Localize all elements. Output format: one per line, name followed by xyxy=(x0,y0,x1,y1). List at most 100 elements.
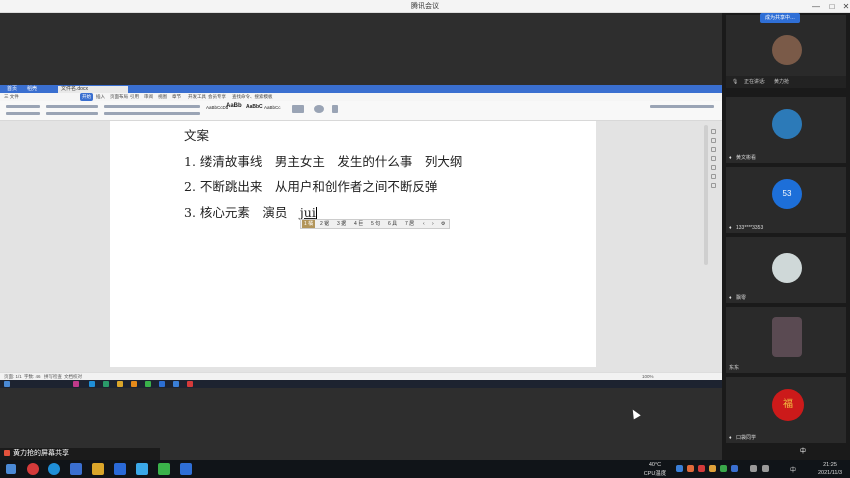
sharing-status-pill[interactable]: 成为共享中… xyxy=(760,13,800,23)
ime-candidate-6[interactable]: 6 具 xyxy=(388,220,397,228)
folder-icon[interactable] xyxy=(92,463,104,475)
menu-view[interactable]: 视图 xyxy=(158,93,167,101)
share-notice-text: 黄力抢的屏幕共享 xyxy=(13,450,69,457)
tray-icon[interactable] xyxy=(709,465,716,472)
tab-docer[interactable]: 稻壳 xyxy=(24,86,40,93)
tray-icon[interactable] xyxy=(698,465,705,472)
side-tool-icon[interactable] xyxy=(710,165,716,170)
tab-document[interactable]: 文件名.docx xyxy=(58,86,128,93)
app-icon xyxy=(73,381,79,387)
menu-file[interactable]: 三 文件 xyxy=(4,93,19,101)
menu-section[interactable]: 章节 xyxy=(172,93,181,101)
style-normal[interactable]: AaBbCcDd xyxy=(206,105,228,110)
menu-home[interactable]: 开始 xyxy=(80,93,93,101)
style-heading1[interactable]: AaBb xyxy=(226,103,242,109)
mic-icon: ♦ xyxy=(729,225,732,231)
ime-candidate-1[interactable]: 1 橘 xyxy=(302,220,316,228)
menu-layout[interactable]: 页面布局 xyxy=(110,93,128,101)
style-heading3[interactable]: AaBbCc xyxy=(264,105,281,110)
menu-insert[interactable]: 插入 xyxy=(96,93,105,101)
tray-icon[interactable] xyxy=(720,465,727,472)
participant-name: 飘零 xyxy=(736,295,747,301)
participant-tile[interactable]: ♦ 飘零 xyxy=(726,237,846,303)
share-icon xyxy=(4,450,10,457)
side-tool-icon[interactable] xyxy=(710,147,716,152)
meeting-icon xyxy=(173,381,179,387)
participant-tile[interactable] xyxy=(726,15,846,81)
app-icon[interactable] xyxy=(27,463,39,475)
volume-icon[interactable] xyxy=(762,465,769,472)
wechat-icon[interactable] xyxy=(158,463,170,475)
app-icon[interactable] xyxy=(70,463,82,475)
weather-temp: 40°C xyxy=(648,462,662,468)
side-tool-icon[interactable] xyxy=(710,138,716,143)
ime-candidate-bar: 1 橘 2 锯 3 据 4 巨 5 句 6 具 7 居 ‹ › ⚙ xyxy=(300,219,450,229)
select-icon[interactable] xyxy=(332,105,338,113)
app-icon xyxy=(89,381,95,387)
menu-review[interactable]: 审阅 xyxy=(144,93,153,101)
ime-candidate-4[interactable]: 4 巨 xyxy=(354,220,363,228)
ime-prev-icon[interactable]: ‹ xyxy=(423,220,425,228)
participant-tile[interactable]: 53 ♦ 133****3353 xyxy=(726,167,846,233)
app-icon[interactable] xyxy=(114,463,126,475)
mic-icon: ♦ xyxy=(729,435,732,441)
ime-settings-icon[interactable]: ⚙ xyxy=(441,220,445,228)
font-style-group[interactable] xyxy=(46,112,98,115)
clock-time[interactable]: 21:25 xyxy=(812,462,848,468)
participant-name: 黄文彬看 xyxy=(736,155,757,161)
ime-candidate-7[interactable]: 7 居 xyxy=(405,220,414,228)
avatar: 福 xyxy=(772,389,804,421)
ime-indicator[interactable]: 中 xyxy=(800,449,806,455)
ime-candidate-3[interactable]: 3 据 xyxy=(337,220,346,228)
participant-tile[interactable]: 福 ♦ 口袋同学 xyxy=(726,377,846,443)
side-tool-icon[interactable] xyxy=(710,156,716,161)
mic-icon: ♦ xyxy=(729,295,732,301)
menu-member[interactable]: 会员专享 xyxy=(208,93,226,101)
wps-side-toolbar xyxy=(708,125,718,325)
text-tools-icon[interactable] xyxy=(292,105,304,113)
avatar xyxy=(772,317,802,357)
doc-line-2: 2. 不断跳出来 从用户和创作者之间不断反弹 xyxy=(184,179,438,194)
side-tool-icon[interactable] xyxy=(710,129,716,134)
ime-status-bar[interactable]: 中 xyxy=(800,447,848,457)
style-heading2[interactable]: AaBbC xyxy=(246,104,263,110)
tab-home[interactable]: 首页 xyxy=(4,86,20,93)
find-replace-icon[interactable] xyxy=(314,105,324,113)
ime-next-icon[interactable]: › xyxy=(432,220,434,228)
windows-start-icon[interactable] xyxy=(6,464,16,474)
alignment-group[interactable] xyxy=(104,112,200,115)
wechat-icon xyxy=(145,381,151,387)
clock-date[interactable]: 2021/11/3 xyxy=(812,470,848,476)
browser-icon[interactable] xyxy=(48,463,60,475)
tray-icon[interactable] xyxy=(687,465,694,472)
app-icon[interactable] xyxy=(136,463,148,475)
meeting-title-bar: 腾讯会议 — □ ✕ xyxy=(0,0,850,13)
wps-ribbon: AaBbCcDd AaBb AaBbC AaBbCc xyxy=(0,101,722,121)
participant-tile[interactable]: 东东 xyxy=(726,307,846,373)
document-page[interactable]: 文案 1. 缕清故事线 男主女主 发生的什么事 列大纲 2. 不断跳出来 从用户… xyxy=(110,121,596,367)
speaking-name: 黄力抢 xyxy=(774,79,790,85)
side-tool-icon[interactable] xyxy=(710,174,716,179)
menu-search[interactable]: 查找命令、搜索模板 xyxy=(232,93,273,101)
tray-icon[interactable] xyxy=(731,465,738,472)
tray-icon[interactable] xyxy=(676,465,683,472)
network-icon[interactable] xyxy=(750,465,757,472)
font-selector[interactable] xyxy=(46,105,98,108)
ime-candidate-5[interactable]: 5 句 xyxy=(371,220,380,228)
side-tool-icon[interactable] xyxy=(710,183,716,188)
meeting-icon[interactable] xyxy=(180,463,192,475)
participant-tile[interactable]: ♦ 黄文彬看 xyxy=(726,97,846,163)
minimize-button[interactable]: — xyxy=(808,0,824,13)
close-button[interactable]: ✕ xyxy=(838,0,850,13)
clipboard-group[interactable] xyxy=(6,105,40,108)
avatar: 53 xyxy=(772,179,802,209)
share-comment-group[interactable] xyxy=(650,105,714,108)
ime-candidate-2[interactable]: 2 锯 xyxy=(320,220,329,228)
screen-share-notice: 黄力抢的屏幕共享 xyxy=(0,448,160,460)
menu-developer[interactable]: 开发工具 xyxy=(188,93,206,101)
ime-language[interactable]: 中 xyxy=(788,465,798,474)
doc-line-3-text: 3. 核心元素 演员 xyxy=(184,205,300,220)
paragraph-group[interactable] xyxy=(104,105,200,108)
menu-references[interactable]: 引用 xyxy=(130,93,139,101)
format-painter[interactable] xyxy=(6,112,40,115)
